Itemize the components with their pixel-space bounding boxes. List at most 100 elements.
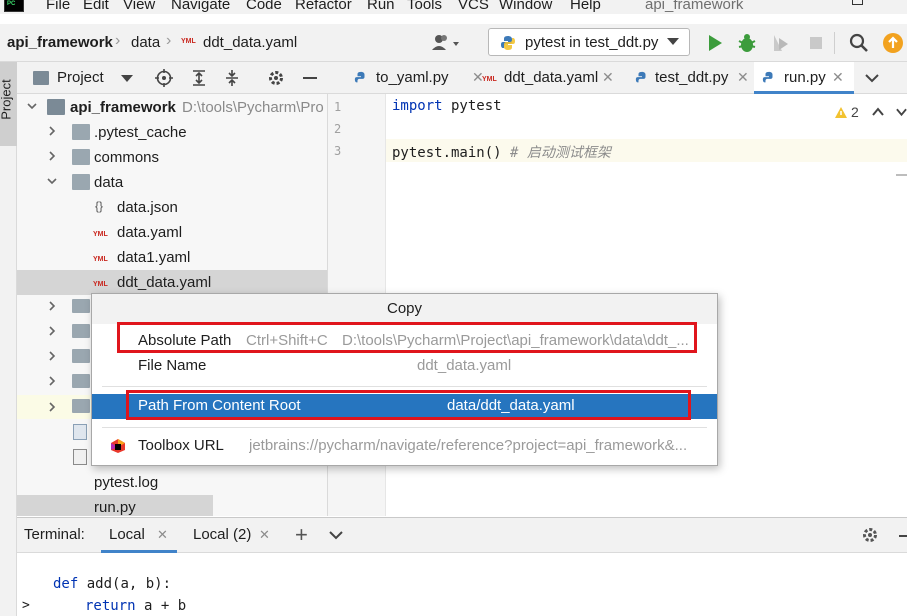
code-text: pytest.main() — [392, 145, 511, 161]
jetbrains-toolbox-icon — [111, 439, 125, 453]
tree-item-label: data1.yaml — [117, 249, 191, 266]
tree-item-file[interactable]: {} data.json — [17, 195, 327, 220]
tab-ddt-data[interactable]: YML ddt_data.yaml ✕ — [478, 62, 623, 94]
chevron-right-icon[interactable] — [47, 126, 57, 136]
text-file-icon — [73, 449, 87, 465]
project-view-icon — [33, 71, 49, 85]
chevron-right-icon[interactable] — [47, 151, 57, 161]
terminal-output[interactable]: def add(a, b): > return a + b — [17, 553, 907, 616]
close-icon[interactable]: ✕ — [602, 69, 614, 86]
breadcrumb-project[interactable]: api_framework — [7, 34, 113, 51]
terminal-prompt: > — [22, 598, 30, 613]
code-line: import pytest — [392, 98, 502, 114]
highlight-box — [117, 322, 697, 353]
expand-all-icon[interactable] — [190, 69, 208, 87]
chevron-down-icon[interactable] — [47, 176, 57, 186]
folder-icon — [72, 399, 90, 413]
tree-item-file[interactable]: run.py — [17, 495, 213, 516]
project-panel-title[interactable]: Project — [57, 69, 104, 86]
user-account-icon[interactable] — [430, 33, 464, 55]
close-icon[interactable]: ✕ — [737, 69, 749, 86]
run-with-coverage-icon[interactable] — [770, 32, 792, 54]
collapse-all-icon[interactable] — [223, 69, 241, 87]
project-tool-tab[interactable]: Project — [0, 62, 17, 146]
locate-file-icon[interactable] — [155, 69, 173, 87]
chevron-down-icon[interactable] — [121, 75, 133, 82]
tab-label: run.py — [784, 69, 826, 86]
menu-item-file-name[interactable]: File Name ddt_data.yaml — [92, 354, 717, 379]
menu-item-label: Toolbox URL — [138, 437, 224, 454]
menu-run[interactable]: Run — [367, 0, 395, 13]
run-configuration-select[interactable]: pytest in test_ddt.py — [488, 28, 690, 56]
menu-navigate[interactable]: Navigate — [171, 0, 230, 13]
breadcrumb-folder[interactable]: data — [131, 34, 160, 51]
tab-run[interactable]: run.py ✕ — [754, 62, 854, 94]
chevron-right-icon[interactable] — [47, 402, 57, 412]
minimize-icon[interactable] — [899, 535, 907, 537]
tab-label: test_ddt.py — [655, 69, 729, 86]
tab-label: ddt_data.yaml — [504, 69, 599, 86]
menu-tools[interactable]: Tools — [407, 0, 442, 13]
tab-label: to_yaml.py — [376, 69, 449, 86]
chevron-right-icon[interactable] — [47, 326, 57, 336]
menu-vcs[interactable]: VCS — [458, 0, 489, 13]
run-icon[interactable] — [704, 32, 726, 54]
tab-terminal-local[interactable]: Local ✕ — [101, 518, 177, 553]
stop-icon[interactable] — [805, 32, 827, 54]
minimize-icon[interactable] — [303, 77, 317, 79]
tree-item-folder[interactable]: data — [17, 170, 327, 195]
tab-to-yaml[interactable]: to_yaml.py ✕ — [348, 62, 484, 94]
tree-item-file-selected[interactable]: YML ddt_data.yaml — [17, 270, 327, 295]
run-configuration-label: pytest in test_ddt.py — [525, 34, 659, 51]
chevron-up-icon[interactable] — [872, 107, 884, 117]
yaml-file-icon: YML — [181, 38, 196, 45]
code-keyword: import — [392, 98, 443, 114]
update-icon[interactable] — [882, 32, 904, 54]
tree-item-root[interactable]: api_framework D:\tools\Pycharm\Pro — [17, 95, 327, 120]
chevron-right-icon[interactable] — [47, 376, 57, 386]
tree-item-label: data.yaml — [117, 224, 183, 241]
folder-icon — [72, 174, 90, 190]
close-icon[interactable]: ✕ — [259, 527, 270, 543]
tab-terminal-local-2[interactable]: Local (2) ✕ — [185, 518, 273, 553]
menu-code[interactable]: Code — [246, 0, 282, 13]
debug-icon[interactable] — [736, 32, 758, 54]
breadcrumb-file[interactable]: ddt_data.yaml — [203, 34, 297, 51]
chevron-right-icon[interactable] — [47, 351, 57, 361]
chevron-right-icon[interactable] — [47, 301, 57, 311]
code-keyword: def — [53, 576, 79, 592]
close-icon[interactable]: ✕ — [157, 527, 168, 543]
tree-item-folder[interactable]: .pytest_cache — [17, 120, 327, 145]
menu-bar: PC File Edit View Navigate Code Refactor… — [0, 0, 907, 14]
python-icon — [501, 36, 515, 50]
maximize-icon[interactable] — [852, 0, 863, 5]
chevron-down-icon[interactable] — [27, 101, 37, 111]
add-icon[interactable]: + — [295, 522, 308, 548]
gear-icon[interactable] — [267, 69, 285, 87]
tree-item-path: D:\tools\Pycharm\Pro — [182, 99, 324, 116]
menu-refactor[interactable]: Refactor — [295, 0, 352, 13]
search-icon[interactable] — [848, 32, 870, 54]
tree-item-file[interactable]: pytest.log — [17, 470, 327, 495]
warning-icon[interactable] — [834, 106, 848, 119]
tree-item-folder[interactable]: commons — [17, 145, 327, 170]
code-text: add(a, b): — [78, 576, 172, 592]
chevron-down-icon[interactable] — [329, 530, 343, 540]
chevron-down-icon[interactable] — [896, 107, 907, 117]
menu-item-toolbox-url[interactable]: Toolbox URL jetbrains://pycharm/navigate… — [92, 434, 717, 459]
chevron-down-icon[interactable] — [865, 73, 879, 83]
menu-file[interactable]: File — [46, 0, 70, 13]
gear-icon[interactable] — [861, 526, 879, 544]
menu-window[interactable]: Window — [499, 0, 552, 13]
menu-edit[interactable]: Edit — [83, 0, 109, 13]
tab-test-ddt[interactable]: test_ddt.py ✕ — [633, 62, 753, 94]
menu-help[interactable]: Help — [570, 0, 601, 13]
close-icon[interactable]: ✕ — [832, 69, 844, 86]
menu-view[interactable]: View — [123, 0, 155, 13]
terminal-line: def add(a, b): — [53, 576, 171, 592]
tree-item-file[interactable]: YML data1.yaml — [17, 245, 327, 270]
menu-divider — [102, 386, 707, 387]
tree-item-file[interactable]: YML data.yaml — [17, 220, 327, 245]
project-panel-header: Project — [17, 62, 328, 94]
folder-icon — [72, 324, 90, 338]
